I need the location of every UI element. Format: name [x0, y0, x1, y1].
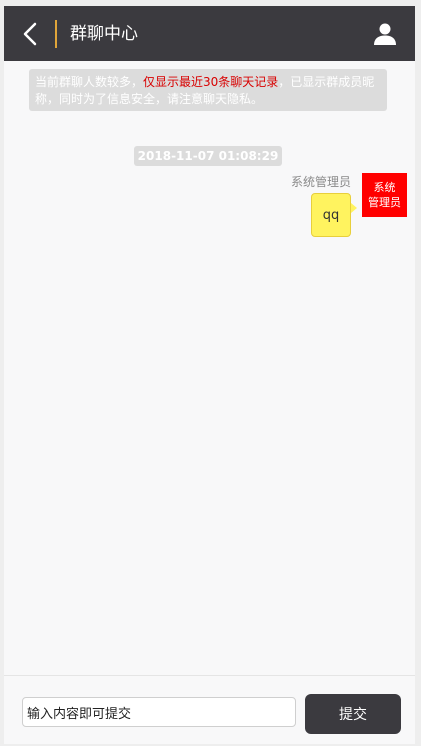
- avatar-label-line2: 管理员: [368, 196, 401, 209]
- header-bar: 群聊中心: [4, 6, 415, 61]
- sender-name: 系统管理员: [290, 175, 351, 189]
- back-button[interactable]: [18, 20, 42, 48]
- user-button[interactable]: [373, 22, 397, 46]
- chevron-left-icon: [23, 22, 37, 46]
- notice-banner: 当前群聊人数较多，仅显示最近30条聊天记录，已显示群成员昵称，同时为了信息安全，…: [29, 69, 387, 111]
- bubble-tail: [351, 203, 357, 213]
- avatar[interactable]: 系统 管理员: [362, 173, 407, 217]
- avatar-label-line1: 系统: [373, 181, 396, 194]
- header-divider: [55, 20, 57, 48]
- message-timestamp: 2018-11-07 01:08:29: [134, 146, 282, 166]
- message-bubble: qq: [311, 193, 351, 237]
- notice-highlight: 仅显示最近30条聊天记录: [143, 75, 279, 89]
- user-icon: [374, 23, 396, 45]
- submit-button[interactable]: 提交: [305, 694, 401, 734]
- input-bar: 提交: [4, 675, 415, 744]
- chat-page: 群聊中心 当前群聊人数较多，仅显示最近30条聊天记录，已显示群成员昵称，同时为了…: [4, 6, 415, 744]
- message-input[interactable]: [22, 697, 296, 727]
- page-title: 群聊中心: [70, 24, 138, 44]
- notice-prefix: 当前群聊人数较多，: [35, 75, 144, 89]
